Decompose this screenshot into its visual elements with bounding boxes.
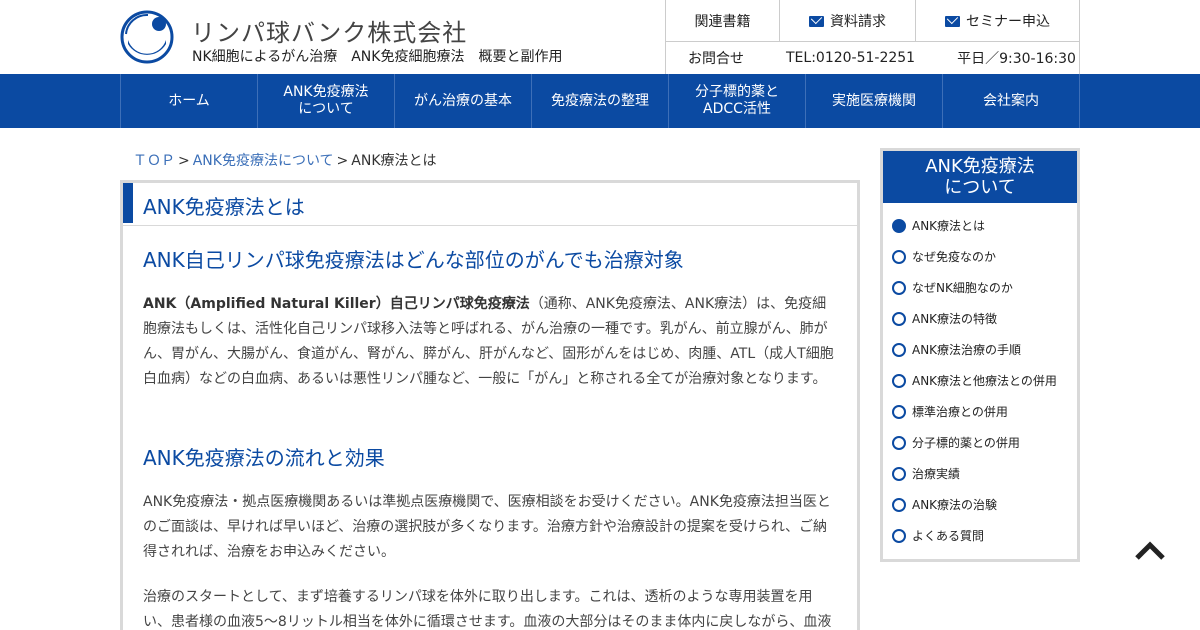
materials-request-link[interactable]: 資料請求 (780, 0, 916, 42)
main-article: ANK免疫療法とは ANK自己リンパ球免疫療法はどんな部位のがんでも治療対象 A… (120, 180, 860, 630)
nav-molecular-targeted-drugs[interactable]: 分子標的薬と ADCC活性 (669, 74, 806, 128)
sidebar-item-standard-treatment[interactable]: 標準治療との併用 (883, 396, 1077, 427)
nav-home[interactable]: ホーム (121, 74, 258, 128)
breadcrumb: ＴＯＰ > ANK免疫療法について > ANK療法とは (133, 150, 437, 170)
site-tagline: NK細胞によるがん治療 ANK免疫細胞療法 概要と副作用 (192, 49, 563, 65)
sidebar-item-procedure[interactable]: ANK療法治療の手順 (883, 334, 1077, 365)
breadcrumb-current: ANK療法とは (351, 153, 437, 169)
business-hours: 平日／9:30-16:30 (957, 50, 1076, 67)
sidebar-menu: ANK療法とは なぜ免疫なのか なぜNK細胞なのか ANK療法の特徴 ANK療法… (883, 203, 1077, 551)
sidebar-item-label: なぜ免疫なのか (912, 250, 997, 264)
sidebar: ANK免疫療法 について ANK療法とは なぜ免疫なのか なぜNK細胞なのか A… (880, 148, 1080, 562)
breadcrumb-separator: > (336, 153, 349, 169)
nav-cancer-basics[interactable]: がん治療の基本 (395, 74, 532, 128)
sidebar-item-label: 治療実績 (912, 467, 961, 481)
utility-nav: 関連書籍 資料請求 セミナー申込 お問合せ TEL:0120-51-2251 平… (665, 0, 1080, 74)
circle-bullet-icon (892, 280, 906, 295)
circle-bullet-icon (892, 435, 906, 450)
site-header: リンパ球バンク株式会社 NK細胞によるがん治療 ANK免疫細胞療法 概要と副作用… (0, 0, 1200, 74)
title-accent-bar (123, 183, 133, 223)
section-heading: ANK免疫療法の流れと効果 (143, 446, 385, 470)
sidebar-item-clinical-trial[interactable]: ANK療法の治験 (883, 489, 1077, 520)
sidebar-title: ANK免疫療法 について (883, 151, 1077, 203)
circle-bullet-icon (892, 218, 906, 233)
related-books-label: 関連書籍 (694, 14, 751, 30)
nav-ank-therapy[interactable]: ANK免疫療法 について (258, 74, 395, 128)
circle-bullet-icon (892, 497, 906, 512)
nav-immunotherapy-overview[interactable]: 免疫療法の整理 (532, 74, 669, 128)
breadcrumb-parent-link[interactable]: ANK免疫療法について (193, 153, 334, 169)
sidebar-item-why-immunity[interactable]: なぜ免疫なのか (883, 241, 1077, 272)
breadcrumb-separator: > (178, 153, 190, 169)
sidebar-item-label: よくある質問 (912, 529, 985, 543)
sidebar-item-label: ANK療法治療の手順 (912, 343, 1022, 357)
contact-label: お問合せ (688, 50, 744, 67)
circle-bullet-icon (892, 249, 906, 264)
chevron-up-icon[interactable] (1135, 540, 1165, 562)
seminar-apply-link[interactable]: セミナー申込 (916, 0, 1079, 42)
sidebar-item-combination[interactable]: ANK療法と他療法との併用 (883, 365, 1077, 396)
sidebar-item-why-nk-cells[interactable]: なぜNK細胞なのか (883, 272, 1077, 303)
intro-paragraph: ANK（Amplified Natural Killer）自己リンパ球免疫療法（… (143, 292, 837, 392)
mail-icon (945, 15, 960, 27)
sidebar-item-results[interactable]: 治療実績 (883, 458, 1077, 489)
circle-bullet-icon (892, 528, 906, 543)
circle-bullet-icon (892, 404, 906, 419)
process-paragraph: 治療のスタートとして、まず培養するリンパ球を体外に取り出します。これは、透析のよ… (143, 589, 832, 630)
phone-number[interactable]: TEL:0120-51-2251 (786, 50, 915, 66)
nav-medical-institutions[interactable]: 実施医療機関 (806, 74, 943, 128)
sidebar-item-label: ANK療法と他療法との併用 (912, 374, 1057, 388)
breadcrumb-top-link[interactable]: ＴＯＰ (133, 153, 175, 169)
materials-request-label: 資料請求 (830, 14, 886, 30)
sidebar-item-label: なぜNK細胞なのか (912, 281, 1013, 295)
sidebar-item-label: ANK療法の特徴 (912, 312, 998, 326)
sidebar-item-ank-therapy[interactable]: ANK療法とは (883, 210, 1077, 241)
sidebar-item-label: ANK療法とは (912, 219, 986, 233)
therapy-name-bold: ANK（Amplified Natural Killer）自己リンパ球免疫療法 (143, 296, 530, 312)
mail-icon (809, 15, 824, 27)
nav-company-info[interactable]: 会社案内 (943, 74, 1080, 128)
sidebar-item-features[interactable]: ANK療法の特徴 (883, 303, 1077, 334)
company-name[interactable]: リンパ球バンク株式会社 (191, 13, 467, 48)
company-logo[interactable] (120, 10, 174, 64)
circle-bullet-icon (892, 373, 906, 388)
related-books-link[interactable]: 関連書籍 (666, 0, 780, 42)
circle-bullet-icon (892, 311, 906, 326)
sidebar-item-faq[interactable]: よくある質問 (883, 520, 1077, 551)
article-header: ANK免疫療法とは (123, 183, 857, 226)
page-title: ANK免疫療法とは (143, 195, 305, 219)
sidebar-item-label: 分子標的薬との併用 (912, 436, 1020, 450)
global-nav: ホーム ANK免疫療法 について がん治療の基本 免疫療法の整理 分子標的薬と … (0, 74, 1200, 128)
sidebar-item-label: ANK療法の治験 (912, 498, 998, 512)
flow-paragraph: ANK免疫療法・拠点医療機関あるいは準拠点医療機関で、医療相談をお受けください。… (143, 494, 831, 560)
section-heading: ANK自己リンパ球免疫療法はどんな部位のがんでも治療対象 (143, 248, 684, 272)
circle-bullet-icon (892, 342, 906, 357)
seminar-apply-label: セミナー申込 (966, 14, 1050, 30)
sidebar-item-molecular-drugs[interactable]: 分子標的薬との併用 (883, 427, 1077, 458)
sidebar-item-label: 標準治療との併用 (912, 405, 1008, 419)
circle-bullet-icon (892, 466, 906, 481)
